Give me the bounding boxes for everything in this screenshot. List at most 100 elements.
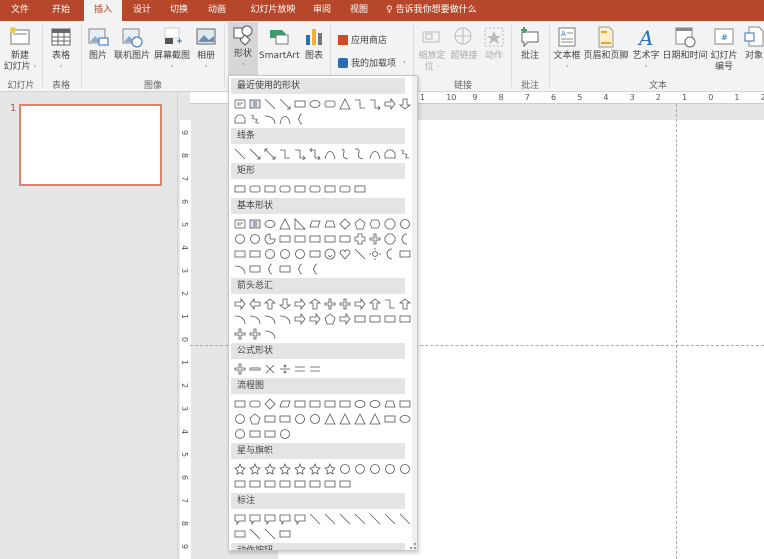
rect-shape-icon[interactable]	[232, 476, 247, 491]
arc-shape-icon[interactable]	[262, 326, 277, 341]
ellipse-shape-icon[interactable]	[397, 411, 412, 426]
curve-shape-icon[interactable]	[367, 146, 382, 161]
arrow-down-shape-icon[interactable]	[277, 296, 292, 311]
circle-shape-icon[interactable]	[232, 231, 247, 246]
freeform-shape-icon[interactable]	[232, 111, 247, 126]
rect-shape-icon[interactable]	[292, 396, 307, 411]
callout-shape-icon[interactable]	[262, 511, 277, 526]
pentagon-shape-icon[interactable]	[352, 216, 367, 231]
star-shape-icon[interactable]	[232, 461, 247, 476]
circle-shape-icon[interactable]	[262, 246, 277, 261]
triangle-shape-icon[interactable]	[322, 411, 337, 426]
rrect-shape-icon[interactable]	[307, 181, 322, 196]
rect-shape-icon[interactable]	[322, 396, 337, 411]
arc-shape-icon[interactable]	[232, 261, 247, 276]
arc-shape-icon[interactable]	[262, 111, 277, 126]
store-button[interactable]: 应用商店	[338, 33, 387, 46]
tab-home[interactable]: 开始	[44, 0, 78, 21]
rect-shape-icon[interactable]	[397, 396, 412, 411]
circle-shape-icon[interactable]	[232, 411, 247, 426]
rect-shape-icon[interactable]	[337, 396, 352, 411]
circle-shape-icon[interactable]	[337, 461, 352, 476]
rect-shape-icon[interactable]	[352, 181, 367, 196]
zoom-button[interactable]: 缩放定 位 ·	[416, 24, 448, 73]
triangle-shape-icon[interactable]	[352, 411, 367, 426]
elbow-shape-icon[interactable]	[352, 96, 367, 111]
arc-shape-icon[interactable]	[277, 311, 292, 326]
parallelogram-shape-icon[interactable]	[277, 396, 292, 411]
arrowline-shape-icon[interactable]	[277, 96, 292, 111]
line-shape-icon[interactable]	[382, 511, 397, 526]
rect-shape-icon[interactable]	[307, 231, 322, 246]
ellipse-shape-icon[interactable]	[307, 96, 322, 111]
tab-view[interactable]: 视图	[344, 0, 374, 21]
circle-shape-icon[interactable]	[232, 426, 247, 441]
scribble-shape-icon[interactable]	[397, 146, 412, 161]
plus-shape-icon[interactable]	[337, 296, 352, 311]
rect-shape-icon[interactable]	[292, 476, 307, 491]
curvearrow-shape-icon[interactable]	[337, 146, 352, 161]
star-shape-icon[interactable]	[277, 461, 292, 476]
line-shape-icon[interactable]	[232, 146, 247, 161]
trapezoid-shape-icon[interactable]	[382, 396, 397, 411]
brace-shape-icon[interactable]	[262, 261, 277, 276]
plus-shape-icon[interactable]	[232, 326, 247, 341]
curvedbl-shape-icon[interactable]	[352, 146, 367, 161]
textbox-shape-icon[interactable]	[232, 96, 247, 111]
pie-shape-icon[interactable]	[262, 231, 277, 246]
smartart-button[interactable]: SmartArt	[259, 24, 300, 62]
circle-shape-icon[interactable]	[277, 426, 292, 441]
dblarrow-shape-icon[interactable]	[262, 146, 277, 161]
photo-album-button[interactable]: 相册 ·	[193, 24, 219, 73]
rect-shape-icon[interactable]	[232, 396, 247, 411]
tab-slideshow[interactable]: 幻灯片放映	[244, 0, 302, 21]
arrowline-shape-icon[interactable]	[247, 146, 262, 161]
diamond-shape-icon[interactable]	[262, 396, 277, 411]
brace-shape-icon[interactable]	[292, 261, 307, 276]
line-shape-icon[interactable]	[352, 511, 367, 526]
callout-shape-icon[interactable]	[292, 511, 307, 526]
textbox-shape-icon[interactable]	[232, 216, 247, 231]
line-shape-icon[interactable]	[307, 511, 322, 526]
plus-shape-icon[interactable]	[247, 326, 262, 341]
line-shape-icon[interactable]	[337, 511, 352, 526]
rect-shape-icon[interactable]	[352, 311, 367, 326]
elbow-shape-icon[interactable]	[277, 146, 292, 161]
hyperlink-button[interactable]: 超链接	[449, 24, 479, 62]
date-time-button[interactable]: 日期和时间	[662, 24, 708, 62]
arrow-up-shape-icon[interactable]	[367, 296, 382, 311]
tab-insert[interactable]: 插入	[84, 0, 122, 21]
rrect-shape-icon[interactable]	[247, 181, 262, 196]
rect-shape-icon[interactable]	[382, 411, 397, 426]
arrow-up-shape-icon[interactable]	[262, 296, 277, 311]
circle-shape-icon[interactable]	[382, 461, 397, 476]
rect-shape-icon[interactable]	[382, 311, 397, 326]
my-addins-button[interactable]: 我的加载项 ·	[338, 56, 406, 69]
rect-shape-icon[interactable]	[247, 261, 262, 276]
callout-shape-icon[interactable]	[277, 511, 292, 526]
rect-shape-icon[interactable]	[307, 396, 322, 411]
rect-shape-icon[interactable]	[247, 426, 262, 441]
pentagon-shape-icon[interactable]	[247, 411, 262, 426]
triangle-shape-icon[interactable]	[337, 96, 352, 111]
line-shape-icon[interactable]	[367, 511, 382, 526]
tab-review[interactable]: 审阅	[308, 0, 336, 21]
circle-shape-icon[interactable]	[397, 216, 412, 231]
header-footer-button[interactable]: 页眉和页脚	[583, 24, 629, 62]
elbowarrow-shape-icon[interactable]	[367, 96, 382, 111]
rect-shape-icon[interactable]	[247, 476, 262, 491]
rect-shape-icon[interactable]	[262, 411, 277, 426]
ellipse-shape-icon[interactable]	[352, 396, 367, 411]
arrow-right-shape-icon[interactable]	[292, 311, 307, 326]
arrow-down-shape-icon[interactable]	[397, 96, 412, 111]
elbowdbl-shape-icon[interactable]	[307, 146, 322, 161]
vtextbox-shape-icon[interactable]	[247, 96, 262, 111]
rrect-shape-icon[interactable]	[322, 96, 337, 111]
circle-shape-icon[interactable]	[352, 461, 367, 476]
rect-shape-icon[interactable]	[277, 231, 292, 246]
slide-number-button[interactable]: # 幻灯片 编号	[708, 24, 740, 73]
star-shape-icon[interactable]	[262, 461, 277, 476]
line-shape-icon[interactable]	[247, 526, 262, 541]
equal-shape-icon[interactable]	[307, 361, 322, 376]
divide-shape-icon[interactable]	[277, 361, 292, 376]
